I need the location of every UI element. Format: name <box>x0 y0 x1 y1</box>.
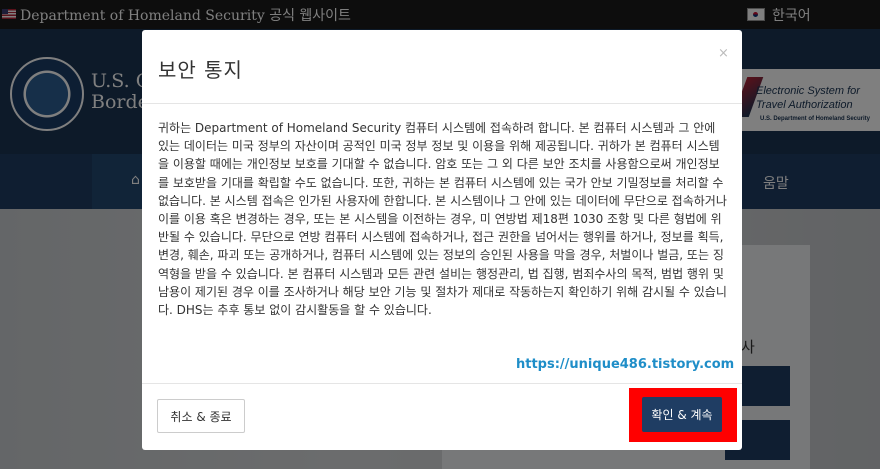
security-notice-dialog: 보안 통지 × 귀하는 Department of Homeland Secur… <box>142 30 742 450</box>
confirm-continue-button[interactable]: 확인 & 계속 <box>642 397 722 432</box>
dialog-title: 보안 통지 <box>158 58 243 82</box>
divider <box>142 383 742 384</box>
security-notice-text: 귀하는 Department of Homeland Security 컴퓨터 … <box>158 121 727 318</box>
close-icon[interactable]: × <box>718 46 729 61</box>
cancel-exit-button[interactable]: 취소 & 종료 <box>157 399 245 433</box>
watermark-url: https://unique486.tistory.com <box>516 357 735 372</box>
divider <box>142 103 742 104</box>
